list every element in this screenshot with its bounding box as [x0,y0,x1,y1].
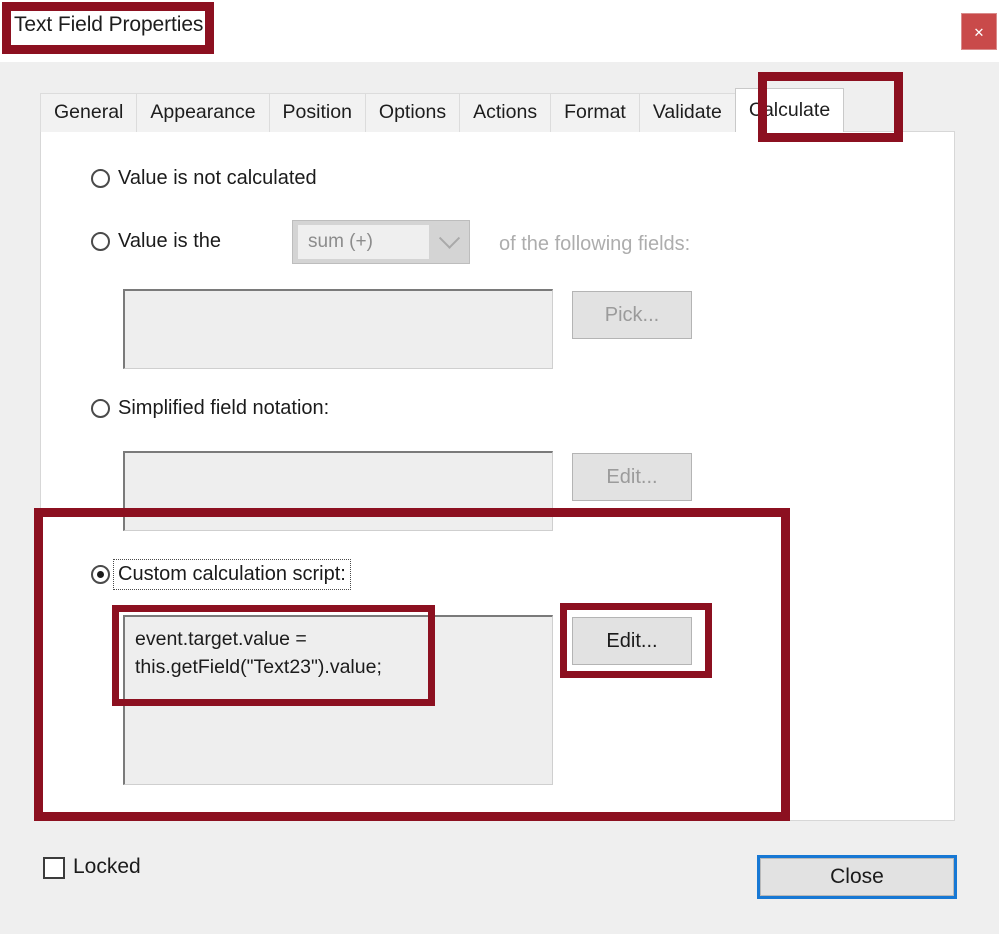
tab-position[interactable]: Position [268,93,366,132]
option-custom-script-row[interactable]: Custom calculation script: [91,559,351,590]
tab-options[interactable]: Options [364,93,461,132]
radio-custom-calculation-script[interactable] [91,565,110,584]
custom-script-input[interactable]: event.target.value = this.getField("Text… [123,615,553,785]
close-icon[interactable]: ✕ [961,13,997,50]
locked-checkbox[interactable] [43,857,65,879]
option-not-calculated-row[interactable]: Value is not calculated [91,167,317,190]
close-button[interactable]: Close [757,855,957,899]
custom-script-edit-button[interactable]: Edit... [572,617,692,665]
operation-suffix-label: of the following fields: [499,233,691,255]
tab-general[interactable]: General [40,93,138,132]
tab-calculate[interactable]: Calculate [734,88,845,132]
label-value-is-the: Value is the [118,230,222,252]
simplified-edit-button[interactable]: Edit... [572,453,692,501]
custom-script-value: event.target.value = this.getField("Text… [135,628,382,678]
pick-button[interactable]: Pick... [572,291,692,339]
text-field-properties-dialog: Text Field Properties ✕ General Appearan… [0,0,999,934]
radio-simplified-field-notation[interactable] [91,399,110,418]
simplified-notation-input[interactable] [123,451,553,531]
dialog-titlebar: Text Field Properties ✕ [0,0,999,62]
radio-value-not-calculated[interactable] [91,169,110,188]
tab-strip: General Appearance Position Options Acti… [40,88,845,132]
tab-format[interactable]: Format [550,93,640,132]
label-value-not-calculated: Value is not calculated [118,167,317,189]
tab-validate[interactable]: Validate [638,93,736,132]
dialog-title: Text Field Properties [14,13,204,36]
locked-label: Locked [73,855,141,878]
operation-select-value: sum (+) [298,225,429,259]
tab-appearance[interactable]: Appearance [136,93,270,132]
label-simplified-field-notation: Simplified field notation: [118,397,330,419]
close-button-label: Close [760,858,954,896]
calculate-tab-panel: Value is not calculated Value is the sum… [40,131,955,821]
chevron-down-icon[interactable] [429,221,469,263]
tab-actions[interactable]: Actions [459,93,552,132]
option-value-is-the-row[interactable]: Value is the [91,230,221,253]
option-simplified-row[interactable]: Simplified field notation: [91,397,329,420]
fields-list-input[interactable] [123,289,553,369]
radio-value-is-the[interactable] [91,232,110,251]
label-custom-calculation-script: Custom calculation script: [113,559,351,590]
operation-select[interactable]: sum (+) [292,220,470,264]
